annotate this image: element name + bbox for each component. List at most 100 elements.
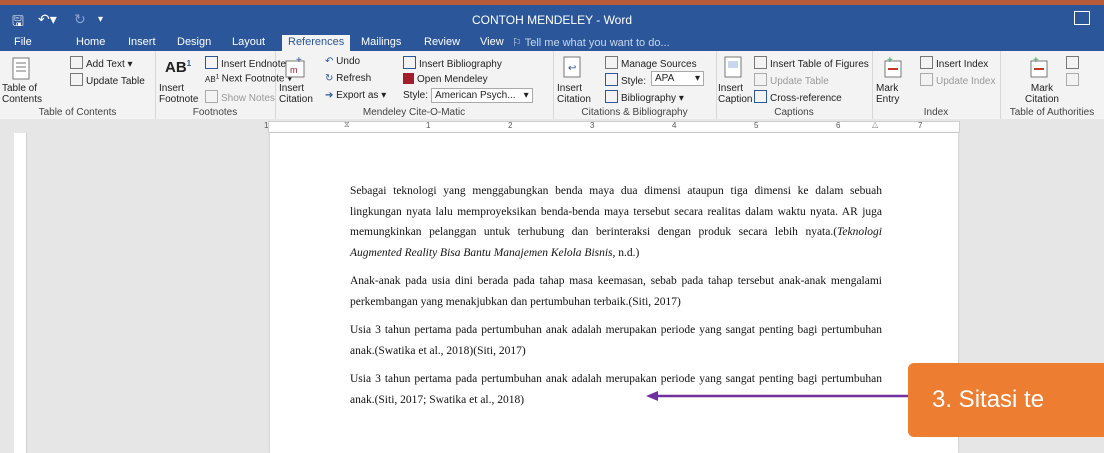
update-table-figures-icon (754, 73, 767, 86)
tab-view[interactable]: View (480, 35, 504, 49)
mark-citation-button[interactable]: Mark Citation (1022, 83, 1062, 105)
group-captions: Insert Caption Insert Table of Figures U… (716, 51, 873, 119)
style-icon (605, 73, 618, 86)
group-label: Mendeley Cite-O-Matic (362, 107, 466, 118)
insert-caption-button[interactable]: Insert Caption (718, 83, 754, 105)
add-text-icon (70, 56, 83, 69)
insert-endnote-button[interactable]: Insert Endnote (205, 56, 286, 70)
add-text-label: Add Text (86, 59, 125, 70)
chevron-down-icon: ▾ (523, 90, 529, 101)
table-authorities-icon (1066, 56, 1079, 69)
tell-me-box[interactable]: ⚐ Tell me what you want to do... (512, 36, 670, 49)
mendeley-undo-label: Undo (336, 56, 361, 67)
group-citations-bibliography: ↩ Insert Citation Manage Sources Style: … (553, 51, 717, 119)
group-label: Index (923, 107, 949, 118)
insert-footnote-button[interactable]: Insert Footnote (159, 83, 199, 105)
group-label: Footnotes (192, 107, 238, 118)
tab-review[interactable]: Review (424, 35, 460, 49)
mendeley-logo-icon (403, 73, 414, 84)
insert-index-button[interactable]: Insert Index (920, 56, 988, 70)
right-indent-marker-icon[interactable]: △ (872, 120, 878, 129)
group-index: + Mark Entry Insert Index Update Index I… (872, 51, 1001, 119)
horizontal-ruler[interactable]: 1 1 2 3 4 5 6 7 ⧖ △ (0, 119, 1104, 133)
citation-style-label: Style: (605, 73, 646, 87)
title-bar: 🖫 ↶▾ ↻ ▾ CONTOH MENDELEY - Word (0, 5, 1104, 33)
update-index-button[interactable]: Update Index (920, 73, 996, 87)
ruler-number: 4 (672, 121, 677, 130)
document-page[interactable]: Sebagai teknologi yang menggabungkan ben… (270, 133, 958, 453)
group-mendeley: m + Insert Citation ↶ Undo ↻ Refresh ➔ Ex… (275, 51, 554, 119)
insert-table-of-authorities-icon[interactable] (1066, 56, 1082, 70)
insert-bibliography-icon (403, 56, 416, 69)
ruler-number: 1 (264, 121, 269, 130)
paragraph-1[interactable]: Sebagai teknologi yang menggabungkan ben… (350, 181, 882, 263)
group-table-of-authorities: + Mark Citation Table of Authorities (1000, 51, 1104, 119)
cross-reference-label: Cross-reference (770, 93, 842, 104)
ruler-number: 7 (918, 121, 923, 130)
group-label: Citations & Bibliography (581, 107, 688, 118)
chevron-down-icon: ▾ (694, 73, 700, 84)
callout-box: 3. Sitasi te (908, 363, 1104, 437)
insert-index-label: Insert Index (936, 59, 989, 70)
ribbon-display-options-icon[interactable] (1074, 11, 1090, 25)
group-label: Table of Authorities (1009, 107, 1095, 118)
undo-arrow-icon: ↶ (325, 56, 337, 67)
ruler-number: 6 (836, 121, 841, 130)
paragraph-3[interactable]: Usia 3 tahun pertama pada pertumbuhan an… (350, 320, 882, 361)
paragraph-1-end: , n.d.) (612, 246, 640, 259)
cross-reference-button[interactable]: Cross-reference (754, 90, 842, 104)
show-notes-label: Show Notes (221, 93, 275, 104)
group-table-of-contents: Table of Contents Add Text ▾ Update Tabl… (0, 51, 156, 119)
insert-citation-button[interactable]: Insert Citation (557, 83, 597, 105)
insert-table-of-figures-button[interactable]: Insert Table of Figures (754, 56, 869, 70)
update-authorities-icon (1066, 73, 1079, 86)
mark-entry-button[interactable]: Mark Entry (876, 83, 910, 105)
insert-caption-icon (724, 56, 742, 78)
table-of-contents-button[interactable]: Table of Contents (2, 83, 42, 105)
paragraph-2[interactable]: Anak-anak pada usia dini berada pada tah… (350, 271, 882, 312)
tab-layout[interactable]: Layout (232, 35, 265, 49)
mendeley-refresh-button[interactable]: ↻ Refresh (325, 73, 371, 84)
insert-citation-icon: ↩ (563, 56, 581, 78)
mendeley-style-select[interactable]: American Psych... ▾ (431, 88, 533, 103)
indent-marker-icon[interactable]: ⧖ (344, 120, 350, 130)
ruler-number: 1 (426, 121, 431, 130)
tab-mailings[interactable]: Mailings (361, 35, 401, 49)
mendeley-undo-button[interactable]: ↶ Undo (325, 56, 360, 67)
mendeley-insert-citation-button[interactable]: Insert Citation (279, 83, 317, 105)
citation-style-select[interactable]: APA ▾ (651, 71, 704, 86)
table-of-figures-icon (754, 56, 767, 69)
document-body[interactable]: Sebagai teknologi yang menggabungkan ben… (350, 181, 882, 418)
tab-file[interactable]: File (14, 35, 32, 49)
mendeley-export-button[interactable]: ➔ Export as ▾ (325, 90, 386, 101)
svg-text:+: + (1033, 55, 1039, 66)
insert-bibliography-button[interactable]: Insert Bibliography (403, 56, 502, 70)
show-notes-button[interactable]: Show Notes (205, 90, 275, 104)
manage-sources-icon (605, 56, 618, 69)
manage-sources-label: Manage Sources (621, 59, 697, 70)
paragraph-1-text: Sebagai teknologi yang menggabungkan ben… (350, 185, 882, 238)
tab-design[interactable]: Design (177, 35, 211, 49)
manage-sources-button[interactable]: Manage Sources (605, 56, 697, 70)
citation-style-value: APA (655, 73, 675, 84)
mendeley-refresh-label: Refresh (336, 73, 372, 84)
open-mendeley-button[interactable]: Open Mendeley (403, 73, 488, 85)
update-table-authorities-icon[interactable] (1066, 73, 1082, 87)
tab-home[interactable]: Home (76, 35, 105, 49)
refresh-icon: ↻ (325, 73, 337, 84)
add-text-button[interactable]: Add Text ▾ (70, 56, 133, 70)
insert-table-of-figures-label: Insert Table of Figures (770, 59, 869, 70)
cross-reference-icon (754, 90, 767, 103)
update-table-figures-button[interactable]: Update Table (754, 73, 829, 87)
mendeley-style-label: Style: (403, 90, 429, 101)
bibliography-button[interactable]: Bibliography ▾ (605, 90, 684, 104)
bibliography-icon (605, 90, 618, 103)
vertical-ruler[interactable] (14, 133, 27, 453)
update-table-button[interactable]: Update Table (70, 73, 145, 87)
svg-text:+: + (887, 55, 893, 66)
tab-insert[interactable]: Insert (128, 35, 156, 49)
lightbulb-icon: ⚐ (512, 37, 525, 49)
paragraph-4[interactable]: Usia 3 tahun pertama pada pertumbuhan an… (350, 369, 882, 410)
window-title: CONTOH MENDELEY - Word (471, 13, 633, 27)
insert-bibliography-label: Insert Bibliography (419, 59, 502, 70)
